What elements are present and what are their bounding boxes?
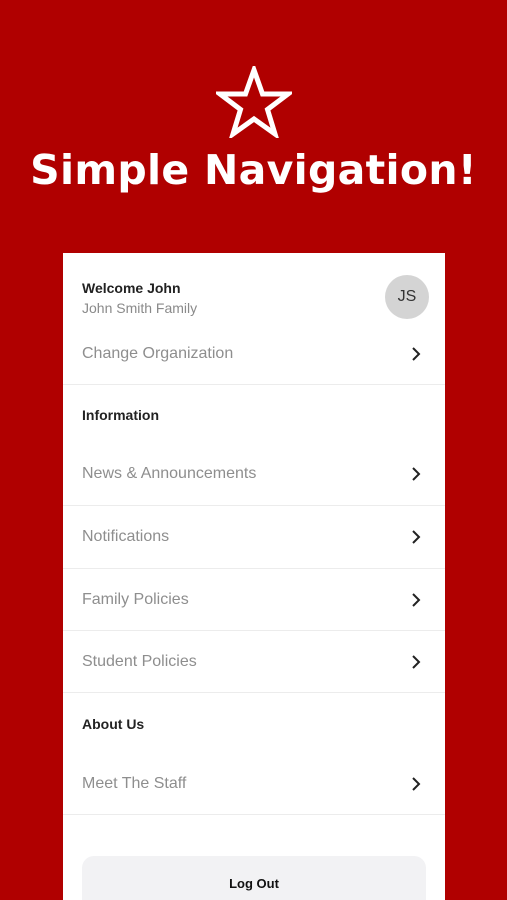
chevron-right-icon (412, 467, 421, 481)
nav-item-student-policies[interactable]: Student Policies (63, 631, 445, 693)
hero-title: Simple Navigation! (30, 146, 477, 194)
avatar[interactable]: JS (385, 275, 429, 319)
welcome-text: Welcome John (82, 280, 181, 296)
chevron-right-icon (412, 530, 421, 544)
nav-item-notifications[interactable]: Notifications (63, 506, 445, 568)
family-name: John Smith Family (82, 300, 198, 316)
nav-item-label: Family Policies (82, 591, 189, 608)
navigation-panel: Welcome John John Smith Family JS Change… (63, 253, 445, 900)
logout-label: Log Out (229, 876, 279, 891)
change-organization-label: Change Organization (82, 345, 234, 362)
nav-item-label: Student Policies (82, 653, 197, 670)
chevron-right-icon (412, 347, 421, 361)
divider (63, 692, 445, 693)
divider (63, 384, 445, 385)
nav-item-news-announcements[interactable]: News & Announcements (63, 443, 445, 505)
profile-header: Welcome John John Smith Family JS (63, 253, 445, 333)
nav-item-label: News & Announcements (82, 465, 257, 482)
nav-item-label: Meet The Staff (82, 775, 187, 792)
nav-item-meet-the-staff[interactable]: Meet The Staff (63, 753, 445, 815)
chevron-right-icon (412, 777, 421, 791)
divider (63, 814, 445, 815)
section-information-title: Information (82, 407, 159, 423)
logout-button[interactable]: Log Out (82, 856, 426, 900)
nav-item-label: Notifications (82, 528, 170, 545)
chevron-right-icon (412, 593, 421, 607)
hero-banner: Simple Navigation! (0, 0, 507, 253)
change-organization-row[interactable]: Change Organization (63, 323, 445, 385)
section-about-us-title: About Us (82, 716, 145, 732)
star-outline-icon (216, 66, 292, 138)
chevron-right-icon (412, 655, 421, 669)
nav-item-family-policies[interactable]: Family Policies (63, 569, 445, 631)
